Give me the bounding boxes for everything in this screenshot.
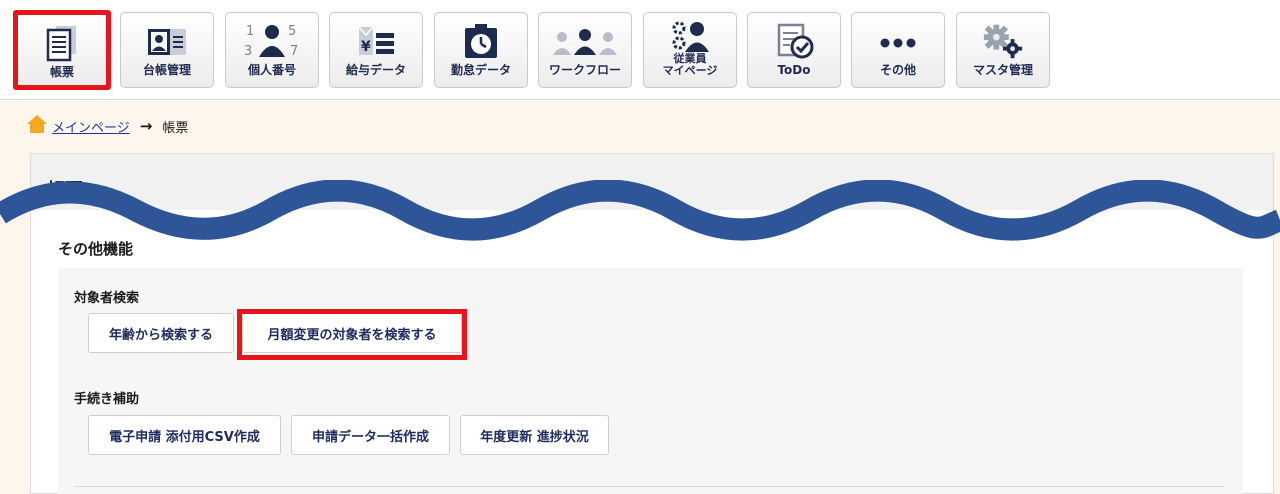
id-card-icon	[145, 21, 189, 61]
divider	[74, 486, 1224, 487]
gears-icon	[981, 21, 1025, 61]
home-icon	[26, 114, 48, 138]
toolbar-label: マスタ管理	[972, 63, 1033, 77]
toolbar-label: 帳票	[49, 65, 74, 79]
more-dots-icon	[876, 21, 920, 61]
annual-update-progress-button[interactable]: 年度更新 進捗状況	[460, 415, 609, 455]
toolbar-button-master-management[interactable]: マスタ管理	[956, 12, 1050, 88]
toolbar-button-reports[interactable]: 帳票	[13, 10, 111, 90]
digit-5: 5	[288, 24, 296, 39]
digit-7: 7	[290, 44, 298, 59]
top-toolbar: 帳票 台帳管理 1 5 3 7 個人番号 ¥ 給与データ 勤怠データ ワークフロ…	[0, 0, 1280, 100]
breadcrumb-current: 帳票	[162, 120, 189, 136]
group-title-procedure-assist: 手続き補助	[74, 392, 140, 407]
digit-1: 1	[246, 24, 254, 39]
toolbar-label: 台帳管理	[142, 63, 191, 77]
employee-mypage-icon	[668, 19, 712, 53]
highlight-frame	[237, 309, 467, 360]
search-by-age-button[interactable]: 年齢から検索する	[88, 313, 234, 353]
toolbar-label: 給与データ	[345, 63, 406, 77]
toolbar-button-other[interactable]: その他	[851, 12, 945, 88]
toolbar-label: ワークフロー	[548, 63, 621, 77]
yen-symbol: ¥	[361, 39, 371, 55]
toolbar-label: その他	[879, 63, 916, 77]
digit-3: 3	[244, 44, 252, 59]
e-application-csv-button[interactable]: 電子申請 添付用CSV作成	[88, 415, 281, 455]
todo-check-icon	[772, 21, 816, 61]
toolbar-label: 勤怠データ	[450, 63, 511, 77]
cut-wave-decoration	[0, 180, 1280, 241]
workflow-people-icon	[550, 21, 620, 61]
arrow-right-icon: →	[139, 117, 153, 135]
toolbar-button-workflow[interactable]: ワークフロー	[538, 12, 632, 88]
bulk-application-data-button[interactable]: 申請データ一括作成	[291, 415, 450, 455]
functions-subpanel	[58, 268, 1243, 494]
toolbar-label-line2: マイページ	[662, 64, 718, 77]
toolbar-button-todo[interactable]: ToDo	[747, 12, 841, 88]
document-list-icon	[40, 23, 84, 63]
toolbar-label: 個人番号	[247, 63, 296, 77]
section-title-other-functions: その他機能	[58, 240, 134, 258]
toolbar-button-personal-number[interactable]: 1 5 3 7 個人番号	[225, 12, 319, 88]
breadcrumb-main-page-link[interactable]: メインページ	[52, 117, 130, 136]
group-title-target-search: 対象者検索	[74, 291, 140, 306]
salary-yen-icon: ¥	[354, 21, 398, 61]
breadcrumb: メインページ → 帳票	[26, 115, 188, 137]
toolbar-label: ToDo	[777, 63, 811, 77]
toolbar-button-employee-mypage[interactable]: 従業員 マイページ	[643, 12, 737, 88]
toolbar-button-ledger[interactable]: 台帳管理	[120, 12, 214, 88]
toolbar-button-attendance-data[interactable]: 勤怠データ	[434, 12, 528, 88]
toolbar-button-salary-data[interactable]: ¥ 給与データ	[329, 12, 423, 88]
timecard-clock-icon	[459, 21, 503, 61]
person-number-icon: 1 5 3 7	[242, 21, 302, 61]
